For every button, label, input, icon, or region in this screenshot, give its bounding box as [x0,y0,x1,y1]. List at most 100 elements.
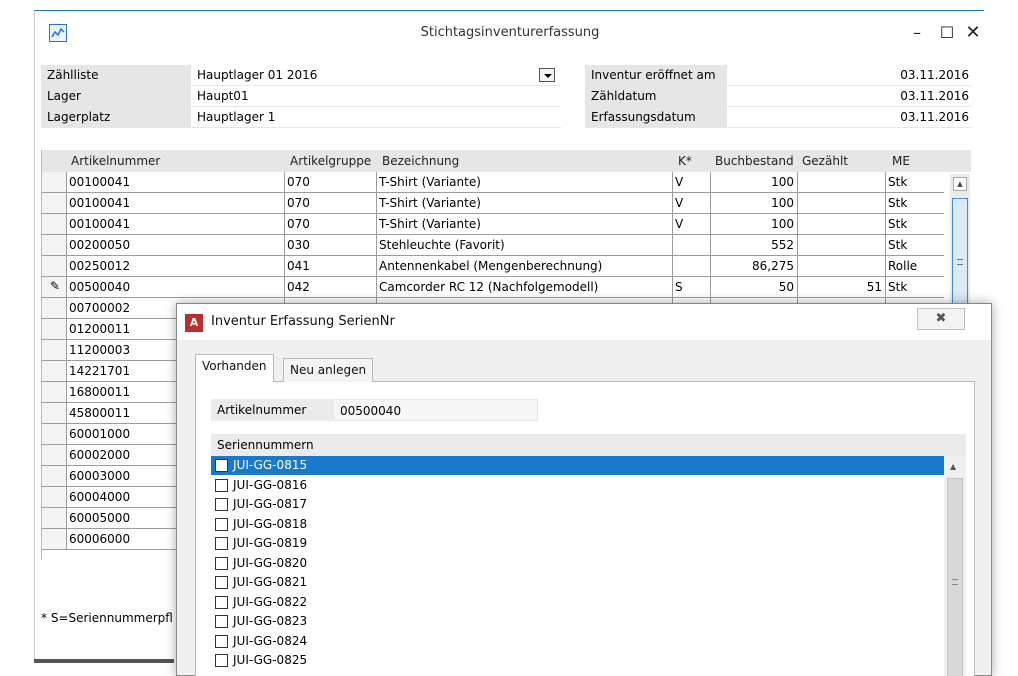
cell-bezeichnung[interactable]: T-Shirt (Variante) [376,193,672,213]
serial-checkbox[interactable] [215,576,228,589]
row-selector[interactable] [42,340,66,360]
cell-buchbestand[interactable]: 86,275 [710,256,797,276]
table-row[interactable]: 00200050 030 Stehleuchte (Favorit) 552 Stk [42,235,944,256]
cell-artikelnummer[interactable]: 00250012 [66,256,287,276]
cell-buchbestand[interactable]: 50 [710,277,797,297]
col-bezeichnung[interactable]: Bezeichnung [379,150,459,172]
row-selector[interactable] [42,193,66,213]
cell-bezeichnung[interactable]: T-Shirt (Variante) [376,172,672,192]
cell-me[interactable]: Stk [885,193,944,213]
cell-artikelnummer[interactable]: 00100041 [66,172,287,192]
cell-artikelnummer[interactable]: 00500040 [66,277,287,297]
maximize-button[interactable]: ☐ [933,21,961,45]
cell-kennzeichen[interactable]: S [672,277,710,297]
table-row[interactable]: 00100041 070 T-Shirt (Variante) V 100 Stk [42,172,944,193]
zaehlliste-select[interactable]: Hauptlager 01 2016 [191,65,561,85]
col-buchbestand[interactable]: Buchbestand [712,150,794,172]
tab-neu-anlegen[interactable]: Neu anlegen [283,358,374,382]
cell-buchbestand[interactable]: 100 [710,214,797,234]
serial-checkbox[interactable] [215,459,228,472]
cell-artikelnummer[interactable]: 00200050 [66,235,287,255]
serial-checkbox[interactable] [215,537,228,550]
row-selector[interactable] [42,529,66,549]
close-button[interactable]: ✕ [959,21,987,45]
cell-buchbestand[interactable]: 100 [710,193,797,213]
serial-item[interactable]: JUI-GG-0823 [211,612,944,631]
cell-artikelgruppe[interactable]: 070 [284,193,379,213]
col-kennzeichen[interactable]: K* [675,150,692,172]
row-selector[interactable] [42,403,66,423]
minimize-button[interactable]: – [903,21,931,45]
cell-artikelgruppe[interactable]: 070 [284,214,379,234]
cell-gezaehlt[interactable] [797,193,885,213]
serial-item[interactable]: JUI-GG-0824 [211,632,944,651]
table-row[interactable]: 00250012 041 Antennenkabel (Mengenberechnu… [42,256,944,277]
col-artikelnummer[interactable]: Artikelnummer [68,150,160,172]
artikelnummer-field[interactable]: 00500040 [333,399,538,421]
cell-me[interactable]: Stk [885,214,944,234]
tab-vorhanden[interactable]: Vorhanden [195,354,274,382]
row-selector[interactable] [42,466,66,486]
cell-me[interactable]: Stk [885,235,944,255]
row-selector[interactable] [42,361,66,381]
table-row[interactable]: 00100041 070 T-Shirt (Variante) V 100 Stk [42,193,944,214]
row-selector[interactable] [42,508,66,528]
serial-item[interactable]: JUI-GG-0820 [211,554,944,573]
row-selector[interactable] [42,319,66,339]
serial-checkbox[interactable] [215,615,228,628]
row-selector[interactable] [42,487,66,507]
cell-buchbestand[interactable]: 100 [710,172,797,192]
serial-checkbox[interactable] [215,498,228,511]
cell-bezeichnung[interactable]: Camcorder RC 12 (Nachfolgemodell) [376,277,672,297]
scrollbar-thumb[interactable] [947,478,963,676]
table-row[interactable]: ✎ 00500040 042 Camcorder RC 12 (Nachfolgemo… [42,277,944,298]
row-selector[interactable] [42,445,66,465]
serial-item[interactable]: JUI-GG-0819 [211,534,944,553]
cell-artikelgruppe[interactable]: 041 [284,256,379,276]
serial-item[interactable]: JUI-GG-0816 [211,476,944,495]
cell-artikelgruppe[interactable]: 070 [284,172,379,192]
cell-bezeichnung[interactable]: T-Shirt (Variante) [376,214,672,234]
serial-checkbox[interactable] [215,634,228,648]
cell-me[interactable]: Rolle [885,256,944,276]
scroll-up-icon[interactable]: ▲ [953,177,967,191]
cell-kennzeichen[interactable]: V [672,193,710,213]
row-selector[interactable] [42,424,66,444]
row-selector[interactable] [42,382,66,402]
serial-checkbox[interactable] [215,595,228,609]
cell-bezeichnung[interactable]: Antennenkabel (Mengenberechnung) [376,256,672,276]
cell-bezeichnung[interactable]: Stehleuchte (Favorit) [376,235,672,255]
cell-artikelnummer[interactable]: 00100041 [66,214,287,234]
cell-me[interactable]: Stk [885,172,944,192]
serial-checkbox[interactable] [215,556,228,570]
chevron-down-icon[interactable] [539,68,555,82]
serial-checkbox[interactable] [215,517,228,531]
cell-gezaehlt[interactable] [797,214,885,234]
row-selector[interactable] [42,298,66,318]
cell-gezaehlt[interactable] [797,172,885,192]
cell-buchbestand[interactable]: 552 [710,235,797,255]
table-row[interactable]: 00100041 070 T-Shirt (Variante) V 100 Stk [42,214,944,235]
cell-me[interactable]: Stk [885,277,944,297]
cell-kennzeichen[interactable] [672,256,710,276]
cell-gezaehlt[interactable] [797,256,885,276]
cell-kennzeichen[interactable]: V [672,172,710,192]
row-selector[interactable] [42,214,66,234]
col-artikelgruppe[interactable]: Artikelgruppe [287,150,371,172]
cell-artikelnummer[interactable]: 00100041 [66,193,287,213]
cell-gezaehlt[interactable] [797,235,885,255]
serial-checkbox[interactable] [215,478,228,492]
serial-item[interactable]: JUI-GG-0822 [211,593,944,612]
dialog-close-button[interactable]: ✖ [917,308,965,330]
col-gezaehlt[interactable]: Gezählt [799,150,848,172]
row-selector[interactable]: ✎ [42,277,66,297]
cell-kennzeichen[interactable]: V [672,214,710,234]
row-selector[interactable] [42,172,66,192]
serial-item[interactable]: JUI-GG-0815 [211,456,944,475]
row-selector[interactable] [42,256,66,276]
serial-item[interactable]: JUI-GG-0825 [211,651,944,670]
cell-artikelgruppe[interactable]: 030 [284,235,379,255]
serial-checkbox[interactable] [215,654,228,667]
serial-item[interactable]: JUI-GG-0818 [211,515,944,534]
col-me[interactable]: ME [889,150,910,172]
